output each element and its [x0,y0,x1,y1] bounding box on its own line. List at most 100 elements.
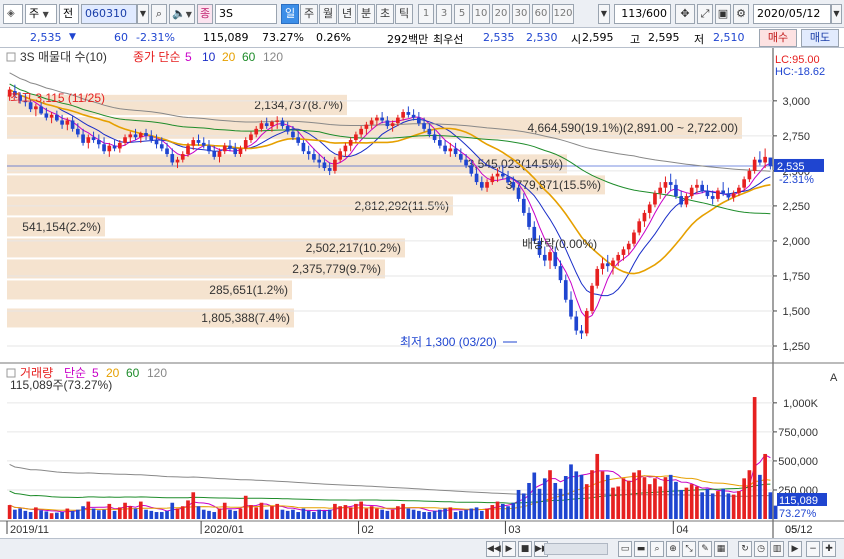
candle-body [86,137,91,143]
crosshair-icon[interactable]: ⤢ [697,4,713,24]
ruler-icon[interactable]: ✎ [698,541,712,557]
stock-code-input[interactable]: 060310 [81,4,137,24]
market-type-select[interactable]: 주 ▼ [25,4,57,24]
volume-bar [616,486,621,519]
candle-body [458,154,463,160]
stock-code-dropdown[interactable]: ▼ [137,4,149,24]
date-picker-icon[interactable]: ▼ [831,4,842,24]
price-tick-label: 1,250 [782,341,810,353]
trading-amount: 292백만 [387,33,429,46]
volume-bar [128,506,133,519]
sell-button[interactable]: 매도 [801,29,839,47]
volume-bar [348,507,353,519]
grid-icon[interactable]: ▦ [714,541,728,557]
volume-bar [527,482,531,519]
interval-button-30[interactable]: 30 [512,4,530,24]
candle-body [689,187,694,197]
ask-price: 2,535 [483,31,515,44]
volume-bar [763,453,767,519]
candle-body [584,310,589,334]
volume-bar [427,512,432,519]
badge-text: 종 [199,7,211,20]
market-select[interactable]: 전 [59,4,79,24]
candle-body [663,182,668,188]
period-tab-4[interactable]: 분 [357,4,375,24]
candle-body [705,190,710,197]
speaker-icon[interactable]: 🔈▼ [169,4,195,24]
volume-bar [317,509,322,519]
period-tab-3[interactable]: 년 [338,4,356,24]
volume-bar [280,509,285,519]
pin-icon[interactable]: ◈ [3,4,23,24]
volume-bar [343,505,348,519]
interval-button-10[interactable]: 10 [472,4,490,24]
candle-body [385,120,390,127]
nav-button-2[interactable]: ■ [518,541,532,557]
volume-value-label: 115,089주(73.27%) [10,378,112,392]
search-icon[interactable]: ⌕ [151,4,167,24]
volume-bar [506,506,510,519]
volume-bar [275,503,280,519]
axis-toggle-icon: A [830,372,838,384]
stock-name-field[interactable]: 3S [215,4,277,24]
save-icon[interactable]: ▣ [715,4,731,24]
interval-button-1[interactable]: 1 [418,4,434,24]
interval-button-60[interactable]: 60 [532,4,550,24]
volume-bar [385,510,390,519]
scroll-track[interactable] [544,543,608,555]
volume-badge-ratio: 73.27% [779,508,817,520]
zoom-in-icon[interactable]: ▬ [634,541,648,557]
candle-body [616,254,621,261]
interval-button-20[interactable]: 20 [492,4,510,24]
volume-bar [264,509,269,519]
candle-body [684,196,689,205]
volume-bar [107,503,112,519]
interval-button-3[interactable]: 3 [436,4,452,24]
chart-type-icon[interactable]: ▥ [770,541,784,557]
volume-profile-label: 541,154(2.2%) [22,220,101,234]
candle-body [527,212,531,227]
candle-body [658,187,663,194]
volume-bar [175,508,180,519]
volume-bar [632,472,636,519]
expand-icon[interactable]: ⤡ [682,541,696,557]
volume-bar [679,489,684,519]
plus-icon[interactable]: ✚ [822,541,836,557]
interval-button-5[interactable]: 5 [454,4,470,24]
magnify-icon[interactable]: ⌕ [650,541,664,557]
volume-bar [553,482,558,519]
period-tab-1[interactable]: 주 [300,4,318,24]
count-value: 113/600 [621,7,667,20]
date-field[interactable]: 2020/05/12 [753,4,831,24]
interval-dropdown[interactable]: ▼ [598,4,610,24]
candle-body [149,135,154,141]
minus-icon[interactable]: − [806,541,820,557]
period-tab-6[interactable]: 틱 [395,4,413,24]
candle-body [327,168,332,171]
stock-chart[interactable]: 1,805,388(7.4%) 285,651(1.2%) 2,375,779(9.… [0,48,844,538]
scroll-right-icon[interactable]: ▶ [788,541,802,557]
interval-button-120[interactable]: 120 [552,4,574,24]
period-tab-2[interactable]: 월 [319,4,337,24]
clock-icon[interactable]: ◷ [754,541,768,557]
period-tab-0[interactable]: 일 [281,4,299,24]
volume-bar [196,506,201,519]
nav-button-0[interactable]: ◀◀ [486,541,501,557]
candle-body [647,204,652,213]
refresh-icon[interactable]: ↻ [738,541,752,557]
indicator-icon[interactable]: ✥ [675,4,695,24]
volume-bar [28,512,33,519]
settings-icon[interactable]: ⚙ [733,4,749,24]
buy-button[interactable]: 매수 [759,29,797,47]
count-field[interactable]: 113/600 [614,4,671,24]
volume-bar [180,506,185,519]
nav-button-1[interactable]: ▶ [502,541,516,557]
volume-bar [406,508,411,519]
magnify-plus-icon[interactable]: ⊕ [666,541,680,557]
candle-body [91,137,96,141]
period-tab-5[interactable]: 초 [376,4,394,24]
candle-body [438,140,442,146]
volume-bar [574,471,579,519]
zoom-out-icon[interactable]: ▭ [618,541,632,557]
volume-bar [500,503,505,519]
